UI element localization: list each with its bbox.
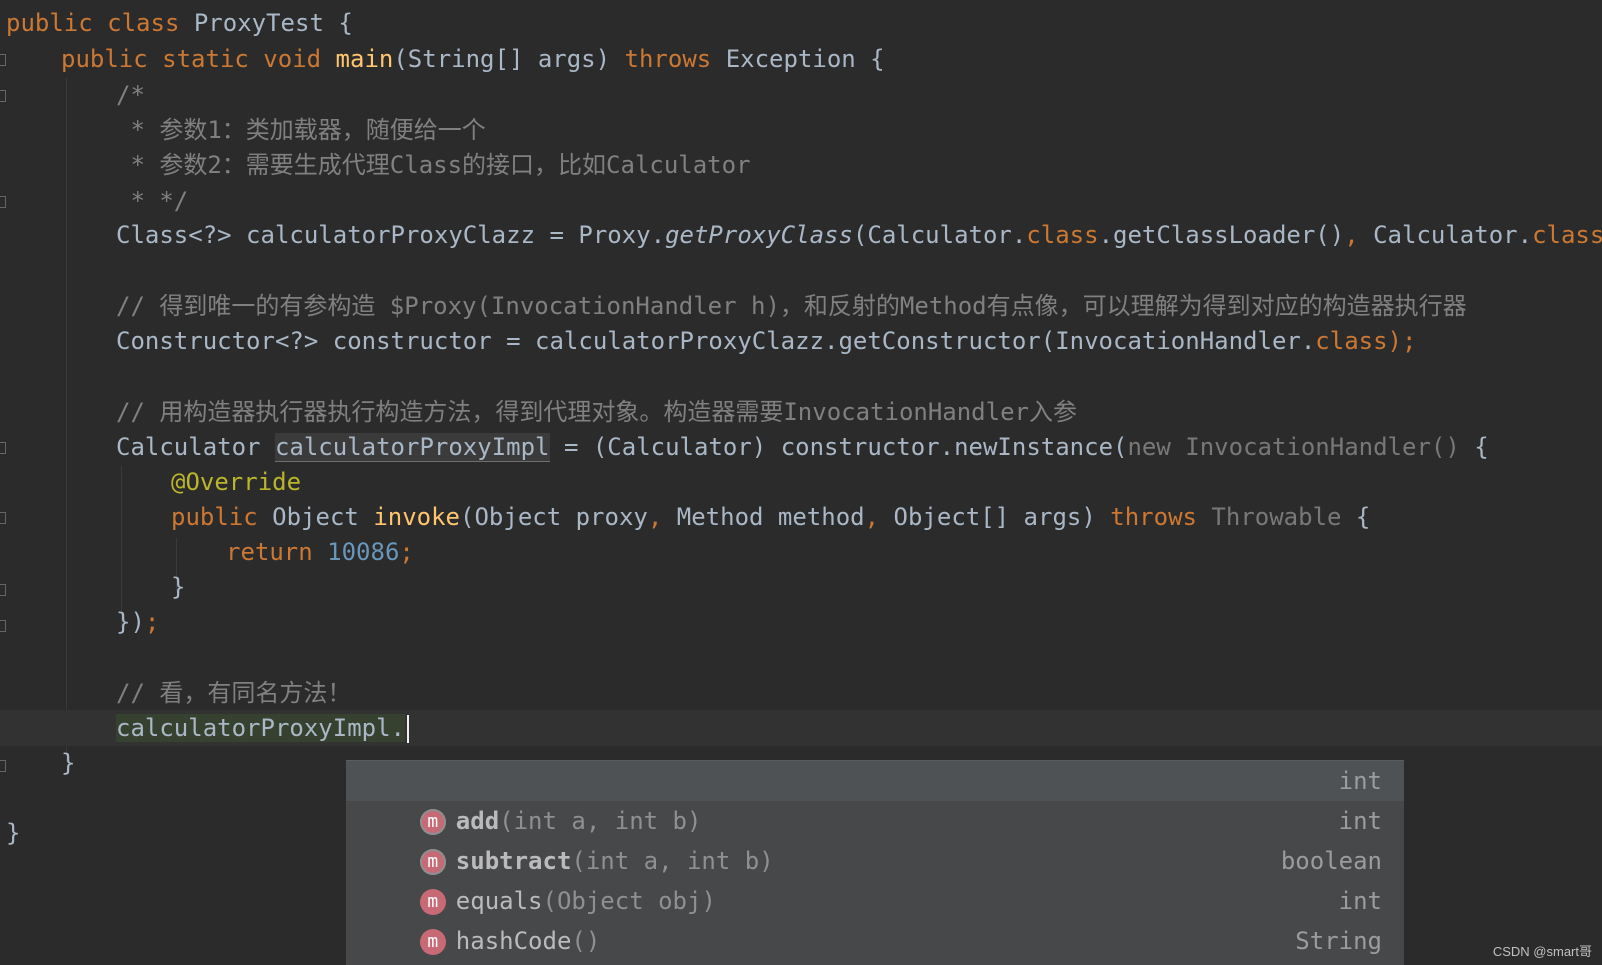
comment-line[interactable]: // 用构造器执行器执行构造方法，得到代理对象。构造器需要InvocationH… [0,394,1602,430]
punctuation: ; [399,538,414,566]
completion-return-type: int [1338,807,1382,835]
keyword: class [1026,221,1099,249]
watermark: CSDN @smart哥 [1492,944,1592,959]
code-text: Method method [676,503,865,531]
code-line-17[interactable]: } [0,569,1602,605]
annotation-line[interactable]: @Override [0,464,1602,500]
number-literal: 10086 [327,538,400,566]
static-method-call: getProxyClass [665,221,853,249]
completion-item-equals[interactable]: m equals(Object obj) boolean [346,841,1404,915]
method-name: main [335,45,394,73]
keyword: class [1315,327,1388,355]
code-line-7[interactable]: Class<?> calculatorProxyClazz = Proxy.ge… [0,217,1602,253]
punctuation: , [1344,221,1374,249]
punctuation: ); [1387,327,1417,355]
code-text: Throwable [1211,503,1342,531]
comment-line[interactable]: /* [0,77,1602,113]
punctuation: , [864,503,894,531]
keyword: throws [1110,503,1212,531]
code-text: Calculator. [1373,221,1533,249]
code-text: Object [272,503,374,531]
code-text: Constructor<?> constructor = calculatorP… [116,327,1316,355]
punctuation: , [647,503,677,531]
code-text: Class<?> calculatorProxyClazz = Proxy. [116,221,666,249]
code-line-2[interactable]: public static void main(String[] args) t… [0,41,1602,77]
completion-return-type: int [1338,767,1382,795]
completion-item-hashcode[interactable]: m hashCode() int [346,881,1404,955]
code-text: Object[] args) [893,503,1111,531]
completion-item-add[interactable]: m add(int a, int b) int [346,761,1404,835]
folded-anonymous-class: new InvocationHandler() [1127,433,1460,461]
code-line-15[interactable]: public Object invoke(Object proxy, Metho… [0,499,1602,535]
comment-line[interactable]: // 看，有同名方法！ [0,675,1602,711]
code-text: { [1459,433,1489,461]
highlighted-variable: calculatorProxyImpl [274,433,550,462]
code-line-1[interactable]: public class ProxyTest { [0,5,1602,41]
method-name: invoke [373,503,461,531]
code-text: Calculator [116,433,275,461]
code-line-current[interactable]: calculatorProxyImpl. [0,710,1602,746]
code-text: (Object proxy [460,503,648,531]
code-text: (String[] args) [393,45,625,73]
completion-return-type: boolean [1280,847,1382,875]
code-text: { [1341,503,1371,531]
code-line-10[interactable]: Constructor<?> constructor = calculatorP… [0,323,1602,359]
code-text: = (Calculator) constructor.newInstance( [549,433,1128,461]
punctuation: ; [144,608,160,636]
keyword: public [171,503,273,531]
code-line-16[interactable]: return 10086; [0,534,1602,570]
code-text: }) [116,608,145,636]
keyword: return [226,538,328,566]
code-text: (Calculator. [852,221,1027,249]
keyword: public class [6,9,194,37]
code-text: Exception { [725,45,885,73]
code-completion-popup[interactable]: m add(int a, int b) int m subtract(int a, i… [346,760,1404,965]
variable-usage: calculatorProxyImpl. [116,714,405,742]
class-declaration: ProxyTest { [193,9,353,37]
code-line-18[interactable]: }); [0,604,1602,640]
completion-return-type: int [1338,887,1382,915]
text-cursor [406,715,409,743]
keyword: class [1532,221,1602,249]
completion-item-tostring[interactable]: mtoString()String [346,921,1404,961]
comment-line[interactable]: * 参数1：类加载器，随便给一个 [0,112,1602,148]
keyword: public static void [61,45,336,73]
keyword: throws [624,45,726,73]
completion-return-type: String [1295,927,1382,955]
comment-line[interactable]: * 参数2：需要生成代理Class的接口，比如Calculator [0,147,1602,183]
comment-line[interactable]: * */ [0,183,1602,219]
code-line-13[interactable]: Calculator calculatorProxyImpl = (Calcul… [0,429,1602,465]
code-text: .getClassLoader() [1098,221,1345,249]
comment-line[interactable]: // 得到唯一的有参构造 $Proxy(InvocationHandler h)… [0,288,1602,324]
completion-item-subtract[interactable]: m subtract(int a, int b) int [346,801,1404,875]
